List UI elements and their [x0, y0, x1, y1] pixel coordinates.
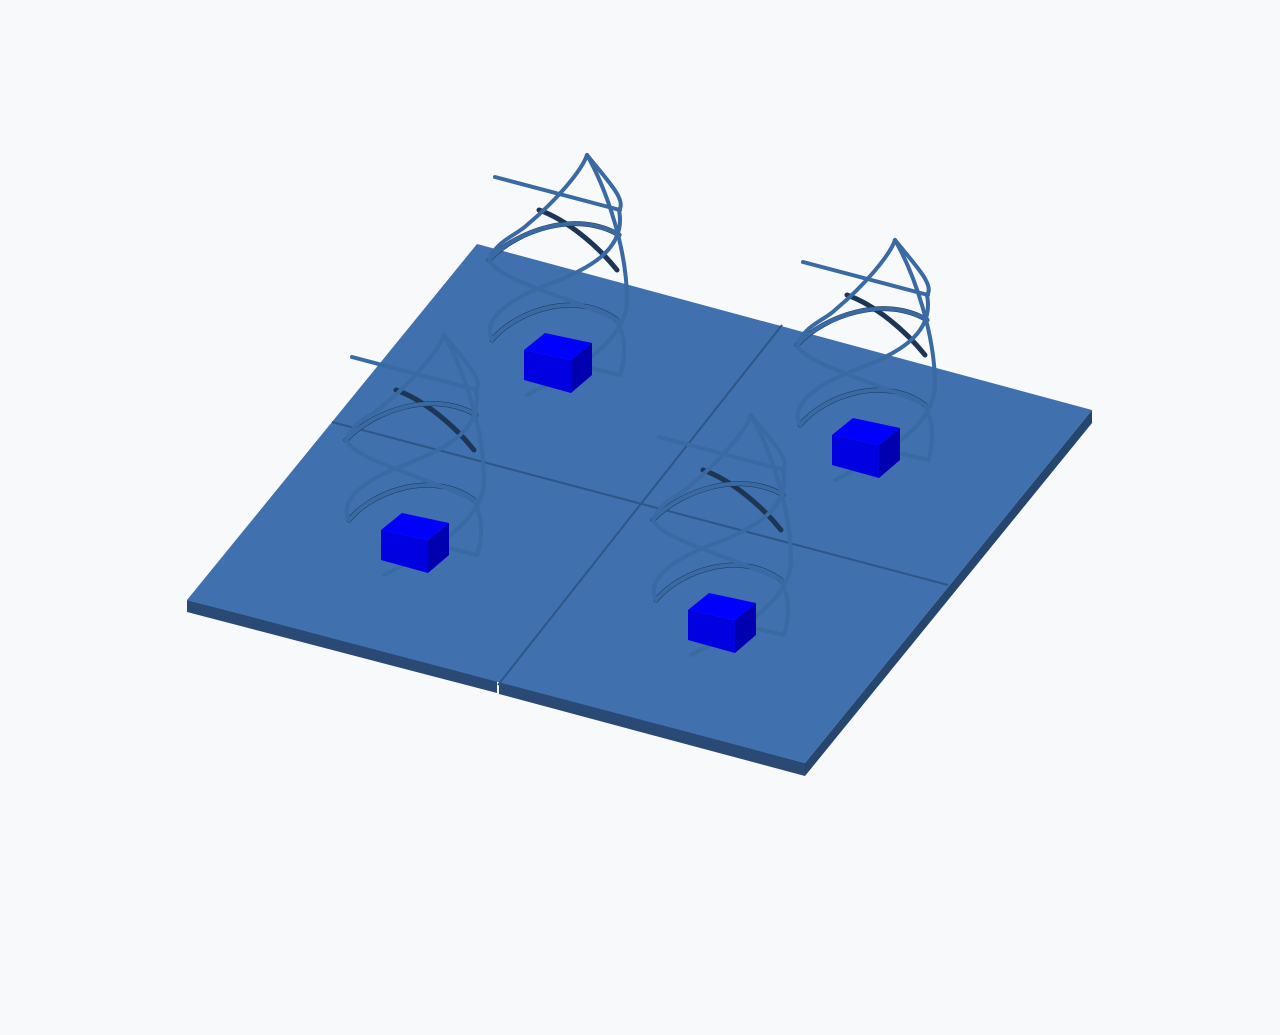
3d-viewport[interactable]	[0, 0, 1280, 1035]
ground-plate[interactable]	[187, 244, 1092, 776]
